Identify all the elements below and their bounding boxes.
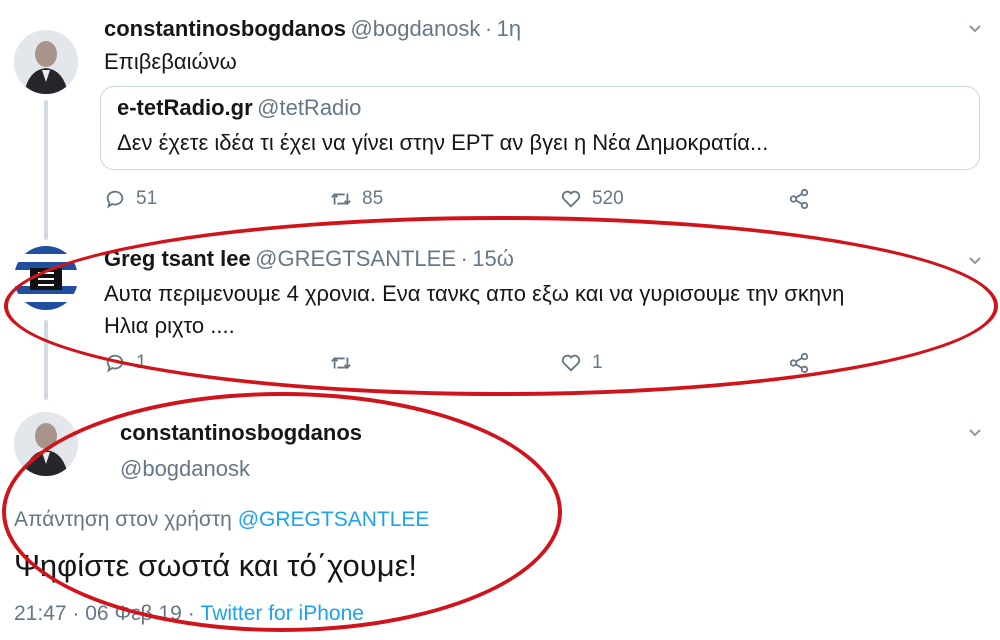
user-name[interactable]: Greg tsant lee: [104, 246, 251, 271]
like-icon: [561, 354, 581, 372]
chevron-down-icon[interactable]: [968, 254, 982, 268]
quoted-user-name: e-tetRadio.gr: [117, 95, 253, 120]
share-button[interactable]: [788, 188, 810, 210]
tweet-date: 06 Φεβ 19: [85, 602, 182, 625]
share-button[interactable]: [788, 352, 810, 374]
avatar-image: [14, 30, 78, 94]
reply-icon: [106, 354, 124, 373]
tweet-text: Ψηφίστε σωστά και τό΄χουμε!: [14, 548, 418, 583]
source-link[interactable]: Twitter for iPhone: [201, 602, 364, 625]
tweet-text-line-2: Ηλια ριχτο ....: [104, 313, 235, 338]
like-button[interactable]: 520: [560, 188, 624, 210]
user-handle[interactable]: @bogdanosk: [120, 456, 250, 482]
reply-icon: [106, 190, 124, 209]
thread-line: [44, 100, 48, 240]
avatar[interactable]: [14, 412, 78, 476]
separator: ·: [484, 16, 493, 41]
reply-count: 51: [136, 188, 158, 209]
chevron-down-icon[interactable]: [968, 426, 982, 440]
separator: ·: [460, 246, 468, 271]
reply-count: 1: [136, 352, 147, 373]
like-count: 520: [592, 188, 624, 209]
reply-to-link[interactable]: @GREGTSANTLEE: [238, 508, 430, 531]
avatar[interactable]: [14, 246, 78, 310]
share-icon: [789, 188, 809, 210]
separator: ·: [72, 602, 80, 625]
tweet-text: Επιβεβαιώνω: [104, 49, 237, 74]
avatar-image: [14, 412, 78, 476]
user-handle[interactable]: @bogdanosk: [350, 16, 480, 41]
separator: ·: [187, 602, 195, 625]
thread-line: [44, 320, 48, 400]
like-icon: [561, 190, 581, 208]
user-handle[interactable]: @GREGTSANTLEE: [255, 246, 456, 271]
share-icon: [789, 352, 809, 374]
quoted-tweet[interactable]: e-tetRadio.gr @tetRadio Δεν έχετε ιδέα τ…: [100, 86, 980, 170]
like-button[interactable]: 1: [560, 352, 603, 374]
chevron-down-icon[interactable]: [968, 22, 982, 36]
retweet-icon: [331, 193, 351, 205]
retweet-count: 85: [362, 188, 384, 209]
retweet-button[interactable]: 85: [330, 188, 383, 210]
avatar[interactable]: [14, 30, 78, 94]
reply-context: Απάντηση στον χρήστη: [14, 508, 232, 531]
timestamp[interactable]: 15ώ: [472, 246, 514, 271]
retweet-icon: [331, 357, 351, 369]
reply-button[interactable]: 51: [104, 188, 157, 210]
timestamp[interactable]: 1η: [497, 16, 521, 41]
tweet-time: 21:47: [14, 602, 67, 625]
like-count: 1: [592, 352, 603, 373]
quoted-user-handle: @tetRadio: [257, 95, 362, 120]
user-name[interactable]: constantinosbogdanos: [120, 420, 362, 446]
avatar-image: [14, 246, 78, 310]
reply-button[interactable]: 1: [104, 352, 147, 374]
quoted-tweet-text: Δεν έχετε ιδέα τι έχει να γίνει στην ΕΡΤ…: [117, 130, 769, 155]
tweet-text-line-1: Αυτα περιμενουμε 4 χρονια. Ενα τανκς απο…: [104, 281, 845, 306]
retweet-button[interactable]: [330, 352, 362, 374]
user-name[interactable]: constantinosbogdanos: [104, 16, 346, 41]
